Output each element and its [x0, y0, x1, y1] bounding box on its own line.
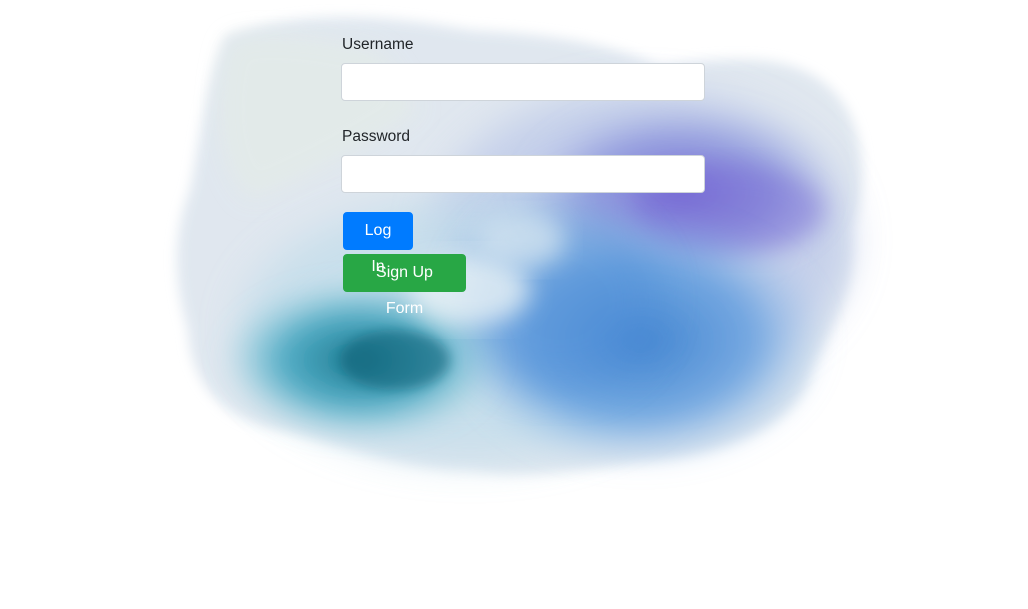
username-input[interactable]	[341, 63, 705, 101]
password-label: Password	[342, 128, 411, 145]
password-input[interactable]	[341, 155, 705, 193]
username-label: Username	[342, 36, 414, 53]
login-page: Username Password Log In Sign Up Form	[0, 0, 1028, 609]
login-button[interactable]: Log In	[343, 212, 413, 275]
signup-form-button[interactable]: Sign Up Form	[343, 254, 466, 317]
login-form: Username Password Log In Sign Up Form	[341, 34, 705, 317]
